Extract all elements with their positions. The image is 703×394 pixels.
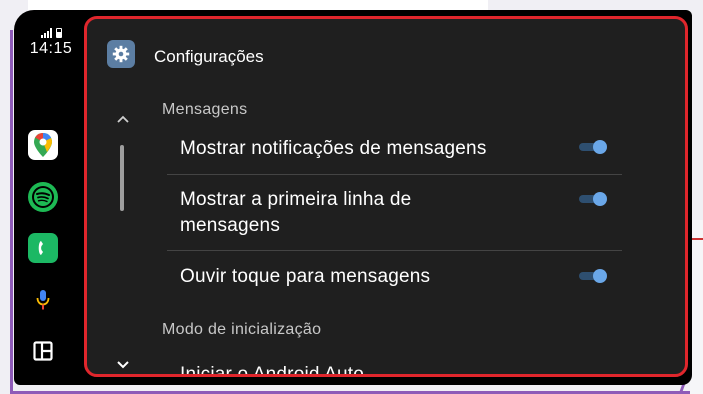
phone-icon[interactable] xyxy=(28,233,58,263)
scroll-up-icon[interactable] xyxy=(115,112,131,128)
settings-panel: Configurações Mensagens Mostrar notifica… xyxy=(84,16,688,377)
primeira-linha-toggle[interactable] xyxy=(579,192,609,206)
settings-header: Configurações xyxy=(87,19,685,79)
section-header-modo-inicializacao: Modo de inicialização xyxy=(162,321,322,338)
setting-label: Mostrar notificações de mensagens xyxy=(180,138,487,159)
app-rail: 14:15 xyxy=(14,10,82,385)
notificacoes-toggle[interactable] xyxy=(579,140,609,154)
scrollbar-thumb[interactable] xyxy=(120,145,124,211)
background-strip xyxy=(28,0,488,10)
chevron-right-icon xyxy=(584,374,594,377)
dashboard-icon[interactable] xyxy=(28,336,58,366)
android-auto-screen: 14:15 Configurações Mensagens Mostrar no… xyxy=(14,10,692,385)
section-header-mensagens: Mensagens xyxy=(162,101,248,118)
toque-toggle[interactable] xyxy=(579,269,609,283)
page-title: Configurações xyxy=(154,47,264,66)
clock: 14:15 xyxy=(29,40,73,57)
setting-label: Iniciar o Android Auto xyxy=(180,364,364,377)
divider xyxy=(167,174,622,175)
setting-label: Ouvir toque para mensagens xyxy=(180,266,431,287)
scroll-down-icon[interactable] xyxy=(115,356,131,372)
battery-icon xyxy=(55,28,62,38)
signal-icon xyxy=(40,28,52,38)
status-area: 14:15 xyxy=(24,24,78,58)
setting-label: Mostrar a primeira linha de mensagens xyxy=(180,189,412,236)
spotify-icon[interactable] xyxy=(28,182,58,212)
gear-icon xyxy=(107,40,135,68)
divider xyxy=(167,250,622,251)
microphone-icon[interactable] xyxy=(28,285,58,315)
google-maps-icon[interactable] xyxy=(28,130,58,160)
frame-border-left xyxy=(10,30,13,394)
